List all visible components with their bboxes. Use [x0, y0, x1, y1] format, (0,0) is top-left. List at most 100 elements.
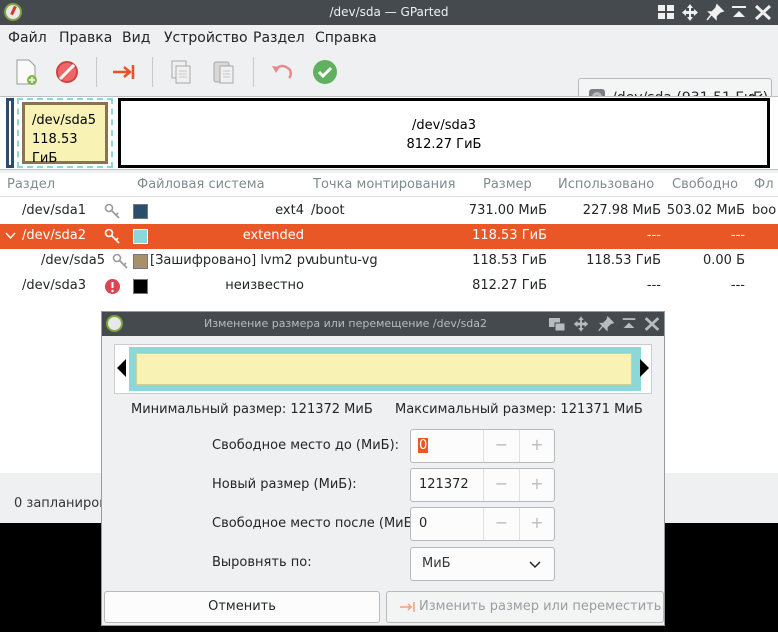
- diskmap-sda5-name: /dev/sda5: [32, 113, 96, 128]
- resize-move-icon[interactable]: [109, 57, 139, 87]
- diskmap-sda3[interactable]: /dev/sda3 812.27 ГиБ: [118, 98, 770, 168]
- status-text: 0 запланиров: [14, 496, 107, 511]
- move-icon[interactable]: [572, 315, 590, 333]
- new-partition-icon[interactable]: [11, 57, 41, 87]
- disk-map: /dev/sda5 118.53 ГиБ /dev/sda3 812.27 Ги…: [0, 96, 778, 170]
- tile-icon[interactable]: [656, 3, 676, 22]
- error-icon: [105, 279, 120, 294]
- row-size: 118.53 ГиБ: [472, 228, 547, 243]
- chevron-down-icon[interactable]: [5, 232, 16, 240]
- decrement-button[interactable]: −: [483, 469, 519, 501]
- row-mountpoint: /boot: [311, 203, 345, 218]
- table-header: Раздел Файловая система Точка монтирован…: [0, 173, 778, 197]
- cancel-button[interactable]: Отменить: [104, 591, 380, 623]
- menu-partition[interactable]: Раздел: [253, 30, 305, 46]
- row-size: 731.00 МиБ: [468, 203, 547, 218]
- resize-handle-left[interactable]: [117, 359, 126, 377]
- fs-color-swatch: [133, 279, 148, 294]
- row-partition: /dev/sda5: [41, 253, 105, 268]
- resize-move-icon: [400, 602, 415, 612]
- undo-icon[interactable]: [267, 57, 297, 87]
- row-free: ---: [730, 228, 745, 243]
- col-size[interactable]: Размер: [483, 177, 532, 192]
- row-filesystem: [Зашифровано] lvm2 pv: [150, 253, 313, 268]
- menu-edit[interactable]: Правка: [59, 30, 112, 46]
- col-flags[interactable]: Фл: [754, 177, 774, 192]
- free-after-spinbox[interactable]: 0 − +: [410, 507, 555, 541]
- close-icon[interactable]: [753, 3, 773, 22]
- resize-handle-right[interactable]: [640, 359, 649, 377]
- table-row[interactable]: /dev/sda3 неизвестно 812.27 ГиБ --- ---: [0, 274, 778, 299]
- col-free[interactable]: Свободно: [672, 177, 738, 192]
- row-partition: /dev/sda2: [22, 228, 86, 243]
- free-before-label: Свободное место до (МиБ):: [212, 438, 400, 453]
- key-icon: [104, 228, 120, 244]
- tile-icon[interactable]: [547, 315, 567, 333]
- fs-color-swatch: [133, 254, 148, 269]
- menubar: Файл Правка Вид Устройство Раздел Справк…: [0, 25, 778, 51]
- increment-button[interactable]: +: [519, 430, 554, 462]
- copy-icon[interactable]: [166, 57, 196, 87]
- col-filesystem[interactable]: Файловая система: [137, 177, 265, 192]
- free-after-input[interactable]: 0: [419, 516, 427, 531]
- move-icon[interactable]: [680, 3, 700, 22]
- diskmap-sda3-size: 812.27 ГиБ: [406, 137, 482, 152]
- row-partition: /dev/sda1: [22, 203, 86, 218]
- menu-help[interactable]: Справка: [315, 30, 377, 46]
- row-partition: /dev/sda3: [22, 278, 86, 293]
- key-icon: [112, 253, 128, 269]
- resizer-partition-area[interactable]: [136, 353, 632, 385]
- new-size-input[interactable]: 121372: [419, 477, 469, 492]
- row-used: 118.53 ГиБ: [586, 253, 661, 268]
- pin-icon[interactable]: [705, 3, 725, 22]
- row-free: 503.02 МиБ: [666, 203, 745, 218]
- maximize-icon[interactable]: [620, 315, 638, 333]
- toolbar-separator: [96, 57, 97, 87]
- diskmap-sda5-size: 118.53 ГиБ: [32, 132, 78, 166]
- col-partition[interactable]: Раздел: [7, 177, 55, 192]
- decrement-button[interactable]: −: [483, 430, 519, 462]
- apply-icon[interactable]: [310, 57, 340, 87]
- row-size: 812.27 ГиБ: [472, 278, 547, 293]
- paste-icon[interactable]: [209, 57, 239, 87]
- diskmap-sda1[interactable]: [6, 98, 14, 168]
- diskmap-sda3-name: /dev/sda3: [412, 118, 476, 133]
- delete-partition-icon[interactable]: [52, 57, 82, 87]
- resize-move-button[interactable]: Изменить размер или переместить: [386, 591, 664, 623]
- key-icon: [104, 203, 120, 219]
- toolbar-separator: [152, 57, 153, 87]
- maximize-icon[interactable]: [729, 3, 749, 22]
- fs-color-swatch: [133, 204, 148, 219]
- new-size-spinbox[interactable]: 121372 − +: [410, 468, 555, 502]
- table-row[interactable]: /dev/sda5 [Зашифровано] lvm2 pv ubuntu-v…: [0, 249, 778, 274]
- col-mountpoint[interactable]: Точка монтирования: [313, 177, 455, 192]
- dialog-title: Изменение размера или перемещение /dev/s…: [204, 317, 488, 330]
- row-size: 118.53 ГиБ: [472, 253, 547, 268]
- increment-button[interactable]: +: [519, 469, 554, 501]
- fs-color-swatch: [133, 229, 148, 244]
- increment-button[interactable]: +: [519, 508, 554, 540]
- row-used: 227.98 МиБ: [582, 203, 661, 218]
- menu-view[interactable]: Вид: [122, 30, 150, 46]
- align-value: МиБ: [422, 556, 451, 571]
- col-used[interactable]: Использовано: [558, 177, 654, 192]
- align-select[interactable]: МиБ: [410, 547, 555, 581]
- decrement-button[interactable]: −: [483, 508, 519, 540]
- menu-file[interactable]: Файл: [8, 30, 47, 46]
- table-row[interactable]: /dev/sda1 ext4 /boot 731.00 МиБ 227.98 М…: [0, 199, 778, 224]
- free-after-label: Свободное место после (МиБ):: [212, 516, 422, 531]
- row-filesystem: неизвестно: [225, 278, 304, 293]
- table-row-selected[interactable]: /dev/sda2 extended 118.53 ГиБ --- ---: [0, 224, 778, 249]
- row-free: 0.00 Б: [703, 253, 745, 268]
- resize-move-label: Изменить размер или переместить: [419, 599, 662, 614]
- free-before-input[interactable]: 0: [418, 438, 429, 453]
- diskmap-sda5[interactable]: /dev/sda5 118.53 ГиБ: [22, 102, 108, 166]
- row-filesystem: extended: [242, 228, 304, 243]
- row-flags: boo: [752, 203, 777, 218]
- menu-device[interactable]: Устройство: [164, 30, 248, 46]
- align-label: Выровнять по:: [212, 555, 312, 570]
- pin-icon[interactable]: [597, 315, 615, 333]
- close-icon[interactable]: [643, 315, 661, 333]
- partition-resizer[interactable]: [114, 344, 652, 394]
- free-before-spinbox[interactable]: 0 − +: [410, 429, 555, 463]
